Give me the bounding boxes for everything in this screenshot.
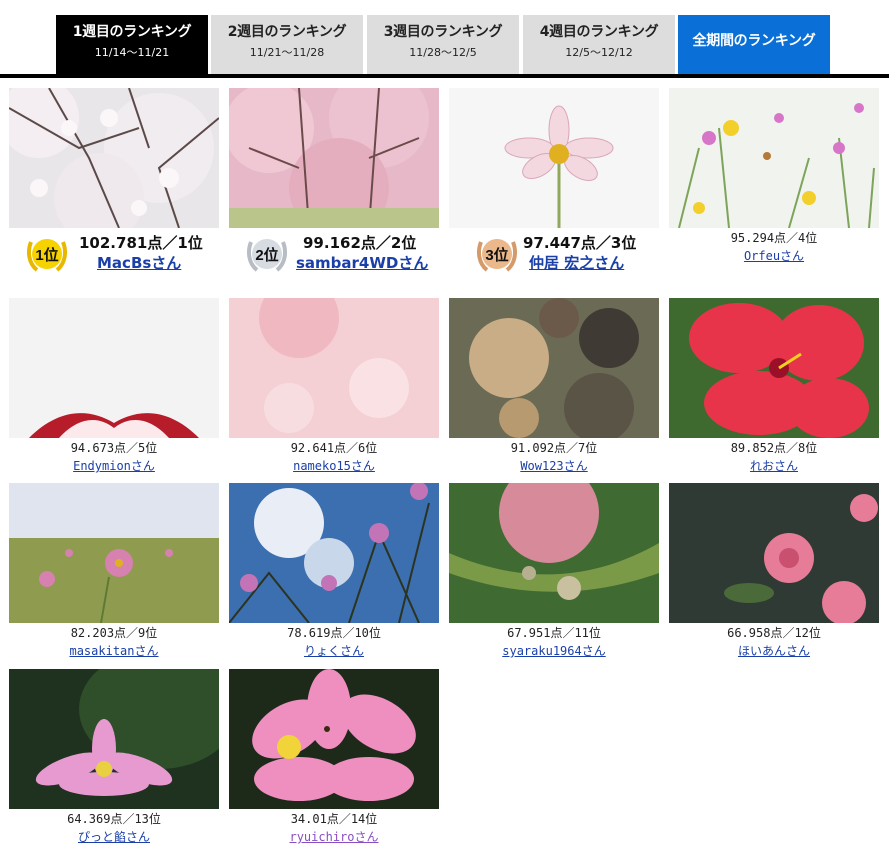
photo-cosmos-against-sky[interactable] — [229, 483, 439, 623]
score-rank: 78.619点／10位 — [287, 626, 381, 640]
user-link[interactable]: Endymionさん — [73, 459, 155, 474]
ranking-card-7: 91.092点／7位 Wow123さん — [449, 298, 659, 474]
ranking-card-1: 1位 102.781点／1位 MacBsさん — [9, 88, 219, 278]
score-rank: 89.852点／8位 — [730, 441, 818, 455]
tab-dates: 11/28〜12/5 — [409, 46, 477, 59]
user-link[interactable]: ほいあんさん — [738, 644, 810, 659]
medal-label: 2位 — [255, 246, 278, 264]
score-rank: 102.781点／1位 — [79, 234, 203, 252]
medal-label: 3位 — [485, 246, 508, 264]
photo-lotus-dark-leaf[interactable] — [9, 669, 219, 809]
score-rank: 66.958点／12位 — [727, 626, 821, 640]
photo-white-red-flower[interactable] — [9, 298, 219, 438]
score-rank: 97.447点／3位 — [523, 234, 637, 252]
score-rank: 92.641点／6位 — [290, 441, 378, 455]
photo-pink-roses[interactable] — [669, 483, 879, 623]
score-rank: 99.162点／2位 — [303, 234, 417, 252]
ranking-card-9: 82.203点／9位 masakitanさん — [9, 483, 219, 659]
ranking-card-5: 94.673点／5位 Endymionさん — [9, 298, 219, 474]
score-rank: 95.294点／4位 — [730, 231, 818, 245]
tab-dates: 11/14〜11/21 — [94, 46, 170, 59]
user-link[interactable]: nameko15さん — [293, 459, 375, 474]
ranking-card-10: 78.619点／10位 りょくさん — [229, 483, 439, 659]
tab-title: 全期間のランキング — [692, 33, 816, 49]
ranking-card-12: 66.958点／12位 ほいあんさん — [669, 483, 879, 659]
photo-red-hibiscus[interactable] — [669, 298, 879, 438]
tab-underline — [0, 74, 889, 78]
user-link[interactable]: sambar4WDさん — [296, 254, 428, 272]
top-rank-info: 3位 97.447点／3位 仲居 宏之さん — [449, 232, 659, 278]
user-link[interactable]: ぴっと餡さん — [78, 830, 150, 845]
photo-cosmos-flower[interactable] — [449, 88, 659, 228]
ranking-card-6: 92.641点／6位 nameko15さん — [229, 298, 439, 474]
user-link[interactable]: りょくさん — [304, 644, 364, 659]
ranking-card-3: 3位 97.447点／3位 仲居 宏之さん — [449, 88, 659, 278]
photo-wildflowers[interactable] — [669, 88, 879, 228]
photo-soft-pink-blossom[interactable] — [229, 298, 439, 438]
photo-water-droplets[interactable] — [449, 483, 659, 623]
score-rank: 94.673点／5位 — [70, 441, 158, 455]
user-link[interactable]: MacBsさん — [97, 254, 181, 272]
tab-dates: 12/5〜12/12 — [565, 46, 633, 59]
ranking-card-4: 95.294点／4位 Orfeuさん — [669, 88, 879, 264]
ranking-tabs: 1週目のランキング 11/14〜11/21 2週目のランキング 11/21〜11… — [0, 0, 889, 78]
top-rank-info: 2位 99.162点／2位 sambar4WDさん — [229, 232, 439, 278]
tab-dates: 11/21〜11/28 — [249, 46, 325, 59]
photo-pink-cherry-trees[interactable] — [229, 88, 439, 228]
photo-cherry-blossom-branches[interactable] — [9, 88, 219, 228]
tab-title: 3週目のランキング — [383, 24, 503, 40]
user-link[interactable]: Wow123さん — [520, 459, 587, 474]
photo-cosmos-field[interactable] — [9, 483, 219, 623]
user-link[interactable]: Orfeuさん — [744, 249, 804, 264]
tab-all-period[interactable]: 全期間のランキング — [678, 15, 830, 74]
tab-week-3[interactable]: 3週目のランキング 11/28〜12/5 — [367, 15, 519, 74]
silver-medal-icon: 2位 — [247, 239, 287, 272]
score-rank: 67.951点／11位 — [507, 626, 601, 640]
top-rank-info: 1位 102.781点／1位 MacBsさん — [9, 232, 219, 278]
tab-title: 4週目のランキング — [539, 24, 659, 40]
medal-label: 1位 — [35, 246, 58, 264]
photo-dried-hydrangea[interactable] — [449, 298, 659, 438]
score-rank: 34.01点／14位 — [290, 812, 378, 826]
ranking-card-13: 64.369点／13位 ぴっと餡さん — [9, 669, 219, 845]
user-link[interactable]: れおさん — [750, 459, 798, 474]
tab-week-4[interactable]: 4週目のランキング 12/5〜12/12 — [523, 15, 675, 74]
score-rank: 82.203点／9位 — [70, 626, 158, 640]
gold-medal-icon: 1位 — [27, 239, 67, 272]
ranking-card-8: 89.852点／8位 れおさん — [669, 298, 879, 474]
ranking-card-2: 2位 99.162点／2位 sambar4WDさん — [229, 88, 439, 278]
score-rank: 91.092点／7位 — [510, 441, 598, 455]
bronze-medal-icon: 3位 — [477, 239, 517, 272]
user-link[interactable]: ryuichiroさん — [289, 830, 378, 845]
tab-week-1[interactable]: 1週目のランキング 11/14〜11/21 — [56, 15, 208, 74]
user-link[interactable]: masakitanさん — [69, 644, 158, 659]
ranking-card-14: 34.01点／14位 ryuichiroさん — [229, 669, 439, 845]
user-link[interactable]: 仲居 宏之さん — [529, 254, 624, 272]
score-rank: 64.369点／13位 — [67, 812, 161, 826]
user-link[interactable]: syaraku1964さん — [502, 644, 605, 659]
tab-title: 2週目のランキング — [227, 24, 347, 40]
tab-week-2[interactable]: 2週目のランキング 11/21〜11/28 — [211, 15, 363, 74]
tab-title: 1週目のランキング — [72, 24, 192, 40]
ranking-card-11: 67.951点／11位 syaraku1964さん — [449, 483, 659, 659]
photo-lotus-bee[interactable] — [229, 669, 439, 809]
